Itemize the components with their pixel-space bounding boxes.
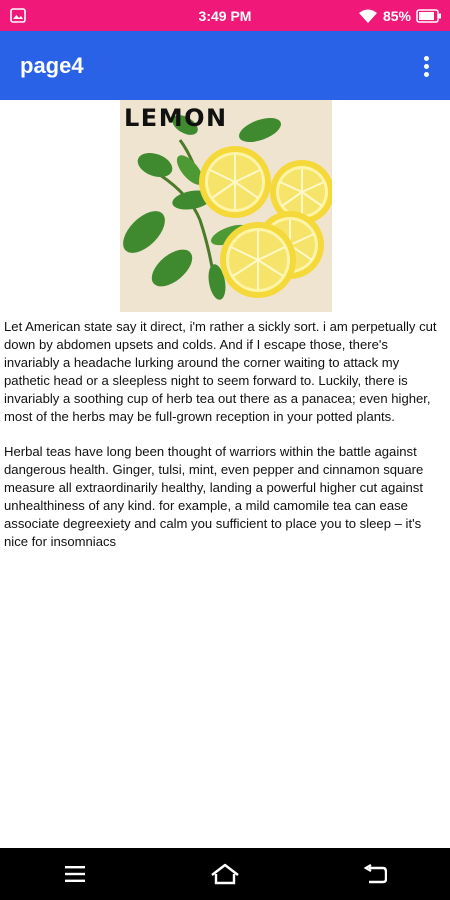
- paragraph: Let American state say it direct, i'm ra…: [4, 319, 437, 424]
- navigation-bar: [0, 848, 450, 900]
- app-bar: page4: [0, 31, 450, 100]
- image-title: LEMON: [124, 104, 228, 132]
- wifi-icon: [358, 9, 377, 23]
- more-vert-icon[interactable]: [416, 51, 436, 81]
- content-area[interactable]: LEMON Let American state say it direct, …: [0, 100, 450, 848]
- back-icon[interactable]: [345, 848, 405, 900]
- status-bar: 3:49 PM 85%: [0, 0, 450, 31]
- home-icon[interactable]: [195, 848, 255, 900]
- article-body: Let American state say it direct, i'm ra…: [4, 318, 446, 569]
- page-title: page4: [20, 52, 84, 78]
- image-icon: [10, 8, 26, 23]
- menu-icon[interactable]: [45, 848, 105, 900]
- battery-icon: [416, 8, 441, 23]
- status-time: 3:49 PM: [198, 7, 252, 24]
- lemon-image: LEMON: [120, 100, 332, 312]
- paragraph: Herbal teas have long been thought of wa…: [4, 444, 424, 549]
- battery-percent: 85%: [382, 7, 411, 24]
